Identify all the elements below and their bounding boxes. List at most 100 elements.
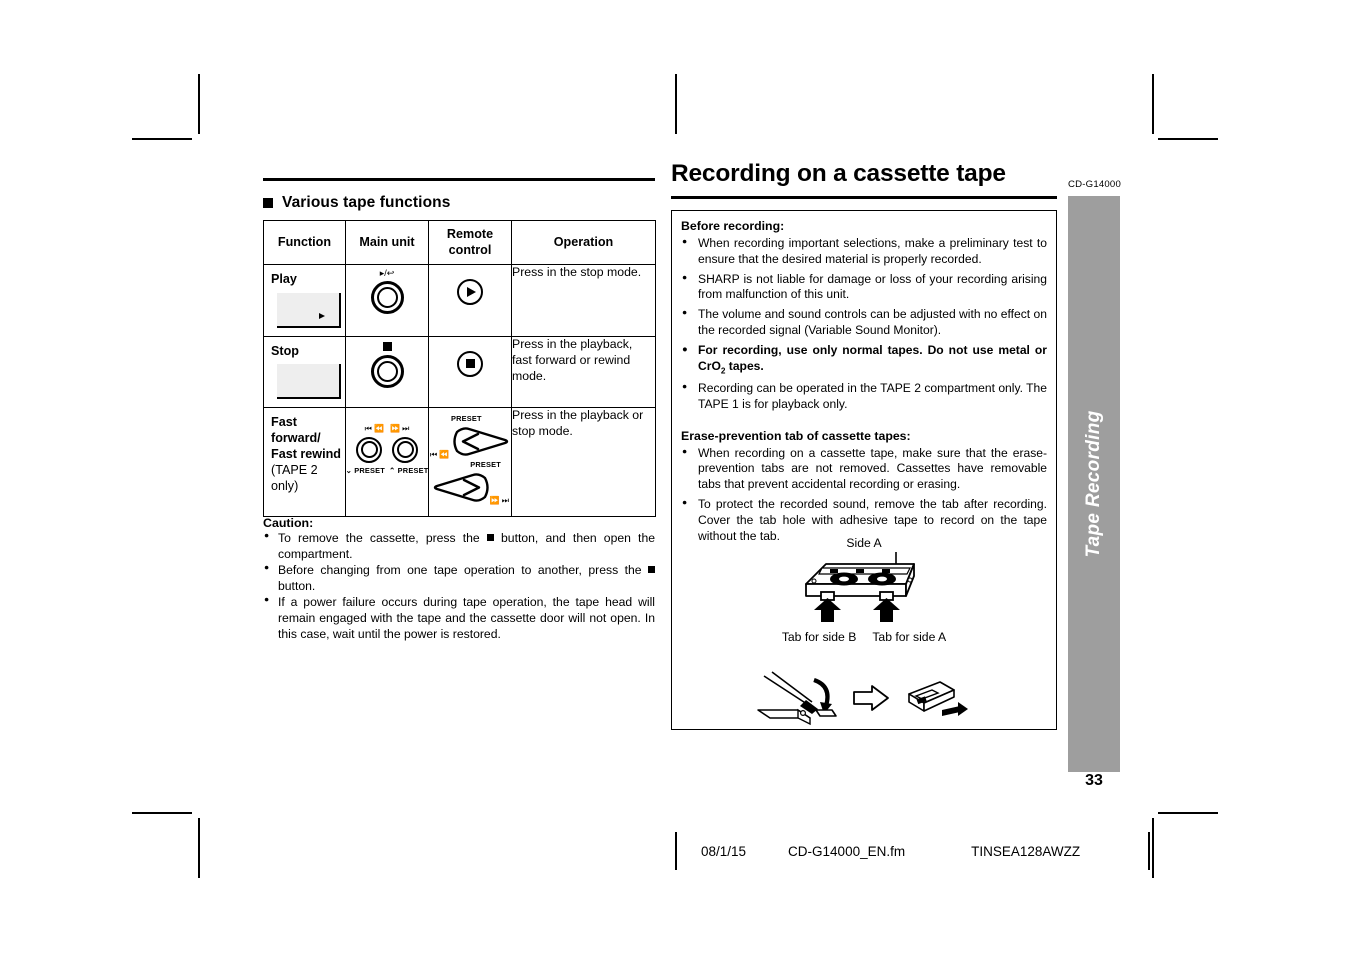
table-header-row: Function Main unit Remote control Operat…: [263, 219, 656, 266]
tab-removal-illustration-icon: [757, 671, 968, 726]
rewind-glyph-icon: ⏮ ⏪: [364, 423, 384, 433]
cell-function-ff-rew: Fast forward/ Fast rewind (TAPE 2 only): [263, 406, 346, 517]
preset-up-label: ⌃ PRESET: [389, 465, 429, 475]
crop-mark-bottom-right-vertical: [1152, 818, 1154, 878]
footer-right-rule: [1148, 832, 1150, 870]
tape-functions-table: Function Main unit Remote control Operat…: [263, 219, 656, 517]
erase-prevention-heading: Erase-prevention tab of cassette tapes:: [681, 428, 911, 443]
function-label-ff-rew: Fast forward/ Fast rewind (TAPE 2 only): [264, 408, 345, 495]
cell-function-play: Play: [263, 264, 346, 337]
forward-glyph-icon: ⏩ ⏭: [390, 423, 410, 433]
forward-glyph-icon-remote: ⏩ ⏭: [489, 495, 509, 505]
list-item: SHARP is not liable for damage or loss o…: [681, 272, 1047, 304]
side-a-label: Side A: [846, 536, 882, 550]
stop-square-icon: [486, 534, 494, 541]
section-tab: Tape Recording: [1068, 196, 1120, 772]
cassette-tape-illustration-icon: [805, 552, 915, 622]
cell-operation-ff-rew: Press in the playback or stop mode.: [511, 406, 656, 517]
crop-mark-top-right-horizontal: [1158, 138, 1218, 140]
rewind-glyph-icon-remote: ⏮ ⏪: [430, 449, 450, 459]
page-number: 33: [1085, 772, 1103, 789]
cell-main-unit-play: ▸/↩: [345, 264, 429, 337]
function-label-play: Play: [271, 272, 297, 287]
title-rule: [671, 196, 1057, 199]
stop-button-icon: [457, 350, 483, 377]
footer-date: 08/1/15: [701, 843, 747, 859]
play-triangle-icon: [319, 312, 325, 319]
list-item: To remove the cassette, press the button…: [263, 530, 655, 563]
column-header-operation: Operation: [511, 219, 656, 266]
stop-square-icon: [465, 359, 475, 369]
document-page: Various tape functions Function Main uni…: [0, 0, 1351, 954]
cell-remote-play: [428, 264, 512, 337]
list-item: The volume and sound controls can be adj…: [681, 307, 1047, 339]
crop-mark-bottom-left-horizontal: [132, 812, 192, 814]
tab-for-side-a-label: Tab for side A: [872, 630, 947, 644]
stop-knob-icon: [370, 354, 404, 388]
play-triangle-icon: [467, 287, 476, 298]
table-row: Play ▸/↩ Press in the stop mode.: [263, 264, 656, 337]
cassette-diagram: Side A Tab for side B Tab for side A: [672, 536, 1056, 732]
play-reverse-glyph-icon: ▸/↩: [379, 268, 395, 279]
column-header-main-unit: Main unit: [345, 219, 429, 266]
caution-section: Caution: To remove the cassette, press t…: [263, 516, 655, 644]
preset-up-knob-icon: [392, 436, 418, 463]
preset-down-label: ⌄ PRESET: [345, 465, 385, 475]
cell-remote-ff-rew: PRESET ⏮ ⏪ PRESET ⏩ ⏭: [428, 406, 512, 517]
stop-square-glyph-icon: [382, 341, 392, 351]
play-key-icon: [277, 292, 341, 328]
list-item: Before changing from one tape operation …: [263, 562, 655, 595]
square-bullet-icon: [263, 198, 273, 208]
section-heading-label: Various tape functions: [282, 194, 451, 211]
list-item: When recording on a cassette tape, make …: [681, 446, 1047, 493]
function-label-ff-rew-sub: (TAPE 2 only): [271, 463, 318, 494]
function-label-ff-rew-main: Fast forward/ Fast rewind: [271, 414, 341, 461]
function-label-stop: Stop: [271, 343, 299, 358]
tab-labels: Tab for side B Tab for side A: [672, 630, 1056, 644]
crop-mark-top-left-vertical: [198, 74, 200, 134]
section-tab-label: Tape Recording: [1083, 410, 1104, 558]
tab-for-side-b-label: Tab for side B: [781, 630, 857, 644]
footer-text: 08/1/15 CD-G14000_EN.fm TINSEA128AWZZ: [677, 844, 1148, 859]
footer-code: TINSEA128AWZZ: [971, 843, 1081, 859]
model-code-label: CD-G14000: [1068, 179, 1121, 190]
table-row: Fast forward/ Fast rewind (TAPE 2 only) …: [263, 406, 656, 517]
footer: 08/1/15 CD-G14000_EN.fm TINSEA128AWZZ: [675, 832, 1150, 870]
list-item: Recording can be operated in the TAPE 2 …: [681, 381, 1047, 413]
crop-mark-top-left-horizontal: [132, 138, 192, 140]
section-heading: Various tape functions: [263, 194, 655, 212]
list-item: When recording important selections, mak…: [681, 236, 1047, 268]
list-item-bold: For recording, use only normal tapes. Do…: [681, 343, 1047, 377]
cell-main-unit-ff-rew: ⏮ ⏪ ⏩ ⏭ ⌄ PRESET ⌃ PRESET: [345, 406, 429, 517]
footer-filename: CD-G14000_EN.fm: [788, 843, 906, 859]
before-recording-heading: Before recording:: [681, 219, 785, 233]
crop-mark-top-center: [675, 74, 677, 134]
preset-down-knob-icon: [356, 436, 382, 463]
left-column: Various tape functions Function Main uni…: [263, 178, 656, 517]
column-header-function: Function: [263, 219, 346, 266]
crop-mark-bottom-right-horizontal: [1158, 812, 1218, 814]
cell-operation-stop: Press in the playback, fast forward or r…: [511, 335, 656, 408]
play-button-icon: [457, 279, 483, 306]
preset-down-label-remote: PRESET: [470, 459, 501, 469]
preset-up-label-remote: PRESET: [451, 413, 482, 423]
stop-key-icon: [277, 363, 341, 399]
cell-function-stop: Stop: [263, 335, 346, 408]
stop-square-icon: [648, 566, 655, 574]
page-title: Recording on a cassette tape: [671, 160, 1006, 187]
cell-operation-play: Press in the stop mode.: [511, 264, 656, 337]
play-reverse-knob-icon: [370, 281, 404, 315]
list-item: If a power failure occurs during tape op…: [263, 594, 655, 643]
crop-mark-top-right-vertical: [1152, 74, 1154, 134]
cell-remote-stop: [428, 335, 512, 408]
section-top-rule: [263, 178, 655, 181]
crop-mark-bottom-left-vertical: [198, 818, 200, 878]
cell-main-unit-stop: [345, 335, 429, 408]
caution-list: To remove the cassette, press the button…: [263, 530, 655, 643]
before-recording-panel: Before recording: When recording importa…: [671, 210, 1057, 730]
caution-heading: Caution:: [263, 516, 314, 530]
erase-prevention-list: When recording on a cassette tape, make …: [681, 446, 1047, 545]
before-recording-list: When recording important selections, mak…: [681, 236, 1047, 413]
table-row: Stop Press in the playback, fast forward…: [263, 335, 656, 408]
column-header-remote-control: Remote control: [428, 219, 512, 266]
